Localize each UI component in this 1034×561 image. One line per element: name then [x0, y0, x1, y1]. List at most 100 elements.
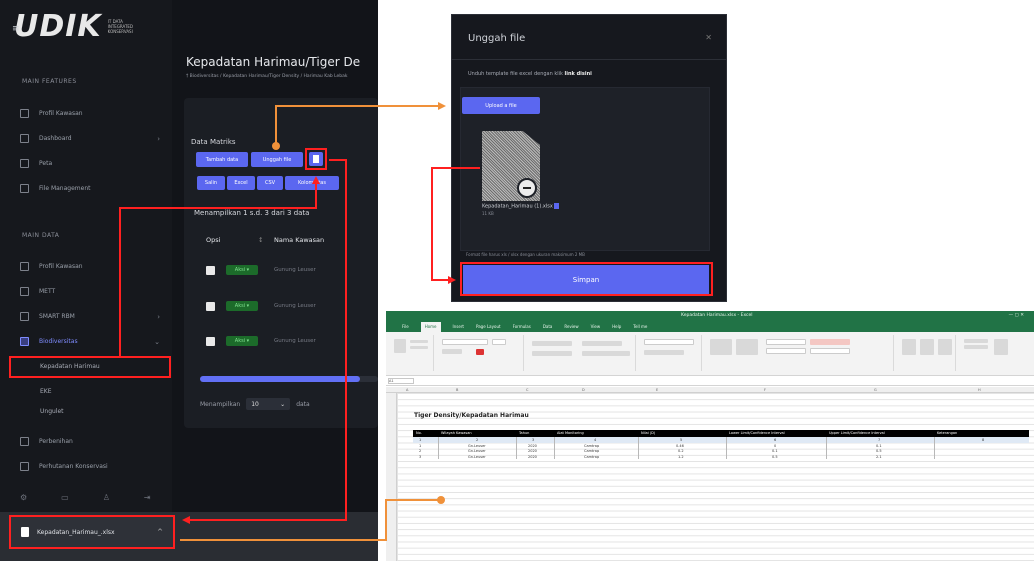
fill-icon[interactable]	[964, 345, 988, 349]
sheet-title[interactable]: Tiger Density/Kepadatan Harimau	[414, 412, 529, 419]
number-format-select[interactable]	[644, 339, 694, 345]
style-explanatory[interactable]	[810, 348, 850, 354]
sidebar-item-perhutanan[interactable]: Perhutanan Konservasi	[20, 462, 160, 471]
sidebar-item-mett[interactable]: METT	[20, 287, 160, 296]
bold-italic-icon[interactable]	[442, 349, 462, 354]
excel-cell[interactable]: 0.5	[772, 455, 778, 459]
excel-th[interactable]: Upper Limit/Confidence Interval	[829, 431, 885, 435]
align-icon[interactable]	[532, 341, 572, 346]
settings-icon[interactable]: ⚙	[20, 493, 27, 502]
sidebar-subitem-ungulet[interactable]: Ungulet	[40, 408, 64, 415]
excel-th[interactable]: No.	[416, 431, 422, 435]
excel-cell[interactable]: 6	[774, 438, 776, 442]
sidebar-item-profil-kawasan[interactable]: Profil Kawasan	[20, 262, 160, 271]
sidebar-item-biodiversitas[interactable]: Biodiversitas ⌄	[20, 337, 160, 346]
sidebar-item-perbenihan[interactable]: Perbenihan	[20, 437, 160, 446]
remove-file-icon[interactable]	[517, 178, 537, 198]
font-color-icon[interactable]	[476, 349, 484, 355]
logo[interactable]: UDIK IT DATA INTEGRATED KONSERVASI	[14, 9, 133, 44]
merge-icon[interactable]	[582, 351, 630, 356]
excel-cell[interactable]: 7	[878, 438, 880, 442]
conditional-format-icon[interactable]	[710, 339, 732, 355]
excel-th[interactable]: Alat Monitoring	[557, 431, 584, 435]
action-dropdown[interactable]: Aksi ▾	[226, 336, 258, 346]
tab-help[interactable]: Help	[612, 322, 621, 332]
breadcrumb[interactable]: † Biodiversitas / Kepadatan Harimau/Tige…	[186, 74, 348, 79]
column-letter[interactable]: C	[526, 388, 528, 392]
excel-cell[interactable]: 3	[532, 438, 534, 442]
style-check[interactable]	[766, 348, 806, 354]
chevron-up-icon[interactable]: ^	[157, 528, 163, 536]
columns-button[interactable]: Kolom Atas	[285, 176, 339, 190]
sidebar-item-dashboard[interactable]: Dashboard ›	[20, 134, 160, 143]
tab-page-layout[interactable]: Page Layout	[476, 322, 501, 332]
sidebar-item-file-management[interactable]: File Management	[20, 184, 160, 193]
column-letter[interactable]: H	[978, 388, 981, 392]
sidebar-item-peta[interactable]: Peta	[20, 159, 160, 168]
tab-review[interactable]: Review	[564, 322, 578, 332]
excel-th[interactable]: Nilai (D)	[641, 431, 655, 435]
excel-cell[interactable]: Camtrap	[584, 444, 599, 448]
action-dropdown[interactable]: Aksi ▾	[226, 301, 258, 311]
excel-cell[interactable]: 0.1	[772, 449, 778, 453]
sort-filter-icon[interactable]	[994, 339, 1008, 355]
excel-cell[interactable]: 2	[476, 438, 478, 442]
column-letter[interactable]: D	[582, 388, 585, 392]
excel-cell[interactable]: 0.2	[678, 449, 684, 453]
excel-cell[interactable]: Gn.Leuser	[468, 455, 486, 459]
excel-cell[interactable]: 0.5	[876, 449, 882, 453]
font-select[interactable]	[442, 339, 488, 345]
formula-bar[interactable]	[386, 376, 1034, 386]
style-bad[interactable]	[810, 339, 850, 345]
menu-icon[interactable]: ≡	[12, 24, 20, 34]
format-cells-icon[interactable]	[938, 339, 952, 355]
style-normal[interactable]	[766, 339, 806, 345]
excel-cell[interactable]: Camtrap	[584, 455, 599, 459]
excel-th[interactable]: Wilayah Kawasan	[441, 431, 472, 435]
excel-cell[interactable]: 5	[680, 438, 682, 442]
user-icon[interactable]: ♙	[103, 493, 110, 502]
excel-cell[interactable]: Gn.Leuser	[468, 449, 486, 453]
tab-data[interactable]: Data	[543, 322, 553, 332]
excel-cell[interactable]: Gn.Leuser	[468, 444, 486, 448]
excel-cell[interactable]: 4	[594, 438, 596, 442]
column-letter[interactable]: B	[456, 388, 458, 392]
excel-cell[interactable]: 2.1	[876, 455, 882, 459]
tab-view[interactable]: View	[591, 322, 601, 332]
logout-icon[interactable]: ⇥	[144, 493, 151, 502]
excel-cell[interactable]: 3	[419, 455, 421, 459]
percent-icon[interactable]	[644, 350, 684, 355]
row-checkbox[interactable]	[206, 266, 215, 275]
column-header-nama[interactable]: Nama Kawasan	[274, 236, 324, 244]
font-size-select[interactable]	[492, 339, 506, 345]
excel-cell[interactable]: Camtrap	[584, 449, 599, 453]
copy-icon[interactable]	[410, 346, 428, 349]
column-letter[interactable]: A	[406, 388, 408, 392]
format-table-icon[interactable]	[736, 339, 758, 355]
name-box[interactable]: A1	[388, 378, 414, 384]
paste-icon[interactable]	[394, 339, 406, 353]
excel-cell[interactable]: 2	[419, 449, 421, 453]
entries-select[interactable]: 10 ⌄	[246, 398, 291, 410]
excel-th[interactable]: Keterangan	[937, 431, 957, 435]
excel-cell[interactable]: 0.1	[876, 444, 882, 448]
tab-file[interactable]: File	[402, 322, 409, 332]
upload-a-file-button[interactable]: Upload a file	[462, 97, 540, 114]
sidebar-item-smart-rbm[interactable]: SMART RBM ›	[20, 312, 160, 321]
excel-export-button[interactable]: Excel	[227, 176, 255, 190]
sort-icon[interactable]: ↕	[258, 236, 263, 244]
excel-cell[interactable]: 1	[419, 438, 421, 442]
wrap-text-icon[interactable]	[582, 341, 622, 346]
tab-formulas[interactable]: Formulas	[513, 322, 531, 332]
cut-icon[interactable]	[410, 340, 428, 343]
excel-cell[interactable]: 2020	[528, 444, 537, 448]
tell-me-search[interactable]: Tell me	[633, 322, 647, 332]
excel-cell[interactable]: 8	[982, 438, 984, 442]
tab-home[interactable]: Home	[420, 322, 441, 332]
table-row[interactable]	[413, 454, 1029, 460]
excel-cell[interactable]: 2020	[528, 455, 537, 459]
window-controls[interactable]: — ▢ ✕	[1009, 313, 1024, 318]
csv-export-button[interactable]: CSV	[257, 176, 283, 190]
upload-file-button[interactable]: Unggah file	[251, 152, 303, 167]
excel-cell[interactable]: 0	[774, 444, 776, 448]
